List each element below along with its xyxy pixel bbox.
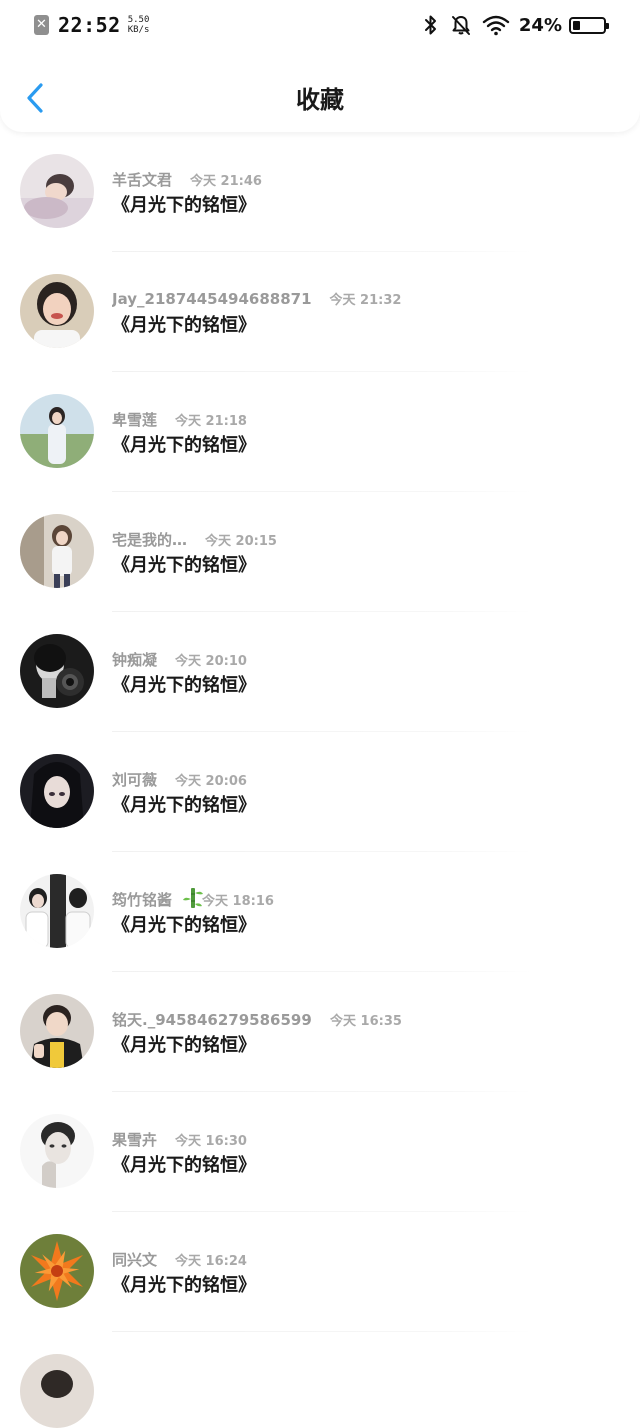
status-left: ✕ 22:52 5.50 KB/s: [34, 10, 149, 40]
user-name[interactable]: 羊舌文君: [112, 169, 172, 190]
item-meta: 果雪卉 今天 16:30: [112, 1129, 247, 1150]
list-item[interactable]: 筠竹铭酱 今天 18:16 《月光下的铭恒》: [0, 852, 640, 972]
avatar-image: [20, 874, 94, 948]
avatar-image: [20, 1234, 94, 1308]
battery-level: [573, 20, 580, 30]
timestamp: 今天 18:16: [202, 894, 274, 909]
avatar-image: [20, 274, 94, 348]
item-meta: 同兴文 今天 16:24: [112, 1249, 247, 1270]
bell-muted-icon: [451, 16, 470, 35]
timestamp: 今天 16:24: [175, 1254, 247, 1269]
battery-percent: 24%: [518, 14, 562, 36]
network-speed-value: 5.50: [127, 15, 150, 25]
user-name[interactable]: 果雪卉: [112, 1129, 157, 1150]
avatar[interactable]: [20, 514, 94, 588]
item-meta: 钟痴凝 今天 20:10: [112, 649, 247, 670]
timestamp: 今天 21:18: [175, 414, 247, 429]
user-name[interactable]: 筠竹铭酱: [112, 889, 172, 910]
user-name[interactable]: Jay_2187445494688871: [112, 290, 312, 308]
avatar-image: [20, 514, 94, 588]
avatar[interactable]: [20, 1114, 94, 1188]
avatar-image: [20, 1114, 94, 1188]
timestamp: 今天 16:35: [330, 1014, 402, 1029]
list-item[interactable]: Jay_2187445494688871 今天 21:32 《月光下的铭恒》: [0, 252, 640, 372]
item-meta: 铭天._9458462795865992 今天 16:35: [112, 1009, 402, 1030]
nav-bar: 收藏: [0, 50, 640, 132]
work-title[interactable]: 《月光下的铭恒》: [112, 431, 256, 457]
status-right: 24%: [424, 10, 609, 40]
user-name[interactable]: 铭天._9458462795865992: [112, 1009, 312, 1030]
network-speed-unit: KB/s: [127, 25, 150, 35]
list-item[interactable]: 铭天._9458462795865992 今天 16:35 《月光下的铭恒》: [0, 972, 640, 1092]
timestamp: 今天 16:30: [175, 1134, 247, 1149]
list-item[interactable]: 果雪卉 今天 16:30 《月光下的铭恒》: [0, 1092, 640, 1212]
bluetooth-icon: [424, 15, 436, 35]
avatar[interactable]: [20, 1354, 94, 1428]
list-item[interactable]: 羊舌文君 今天 21:46 《月光下的铭恒》: [0, 132, 640, 252]
list-item[interactable]: 同兴文 今天 16:24 《月光下的铭恒》: [0, 1212, 640, 1332]
avatar[interactable]: [20, 394, 94, 468]
avatar[interactable]: [20, 754, 94, 828]
work-title[interactable]: 《月光下的铭恒》: [112, 1151, 256, 1177]
avatar-image: [20, 1354, 94, 1428]
user-name[interactable]: 刘可薇: [112, 769, 157, 790]
avatar[interactable]: [20, 154, 94, 228]
work-title[interactable]: 《月光下的铭恒》: [112, 1271, 256, 1297]
avatar-image: [20, 754, 94, 828]
network-speed: 5.50 KB/s: [128, 15, 150, 35]
work-title[interactable]: 《月光下的铭恒》: [112, 791, 256, 817]
work-title[interactable]: 《月光下的铭恒》: [112, 671, 256, 697]
avatar[interactable]: [20, 874, 94, 948]
list-item[interactable]: 刘可薇 今天 20:06 《月光下的铭恒》: [0, 732, 640, 852]
timestamp: 今天 20:10: [175, 654, 247, 669]
status-bar: ✕ 22:52 5.50 KB/s 24%: [0, 0, 640, 50]
avatar-image: [20, 634, 94, 708]
item-meta: 卑雪莲 今天 21:18: [112, 409, 247, 430]
work-title[interactable]: 《月光下的铭恒》: [112, 311, 256, 337]
favorites-list: 羊舌文君 今天 21:46 《月光下的铭恒》 Jay_2187445494688…: [0, 132, 640, 1428]
timestamp: 今天 20:15: [205, 534, 277, 549]
page-title: 收藏: [296, 86, 344, 114]
list-item[interactable]: 卑雪莲 今天 21:18 《月光下的铭恒》: [0, 372, 640, 492]
avatar-image: [20, 154, 94, 228]
timestamp: 今天 21:46: [190, 174, 262, 189]
user-name[interactable]: 钟痴凝: [112, 649, 157, 670]
item-meta: Jay_2187445494688871 今天 21:32: [112, 289, 401, 308]
work-title[interactable]: 《月光下的铭恒》: [112, 911, 256, 937]
battery-icon: [569, 16, 609, 34]
list-item[interactable]: 钟痴凝 今天 20:10 《月光下的铭恒》: [0, 612, 640, 732]
item-meta: 宅是我的… 今天 20:15: [112, 529, 277, 550]
work-title[interactable]: 《月光下的铭恒》: [112, 551, 256, 577]
user-name[interactable]: 宅是我的…: [112, 529, 187, 550]
avatar[interactable]: [20, 634, 94, 708]
list-item[interactable]: [0, 1332, 640, 1428]
work-title[interactable]: 《月光下的铭恒》: [112, 1031, 256, 1057]
work-title[interactable]: 《月光下的铭恒》: [112, 191, 256, 217]
avatar-image: [20, 394, 94, 468]
avatar[interactable]: [20, 994, 94, 1068]
list-item[interactable]: 宅是我的… 今天 20:15 《月光下的铭恒》: [0, 492, 640, 612]
avatar[interactable]: [20, 1234, 94, 1308]
timestamp: 今天 21:32: [329, 293, 402, 308]
wifi-icon: [482, 15, 510, 36]
avatar-image: [20, 994, 94, 1068]
notification-x-icon: ✕: [34, 15, 49, 35]
item-meta: 刘可薇 今天 20:06: [112, 769, 247, 790]
item-meta: 羊舌文君 今天 21:46: [112, 169, 262, 190]
user-name[interactable]: 卑雪莲: [112, 409, 157, 430]
bamboo-emoji-icon: [183, 888, 203, 908]
user-name[interactable]: 同兴文: [112, 1249, 157, 1270]
timestamp: 今天 20:06: [175, 774, 247, 789]
avatar[interactable]: [20, 274, 94, 348]
status-time: 22:52: [58, 13, 121, 37]
top-bar: ✕ 22:52 5.50 KB/s 24% 收藏: [0, 0, 640, 132]
